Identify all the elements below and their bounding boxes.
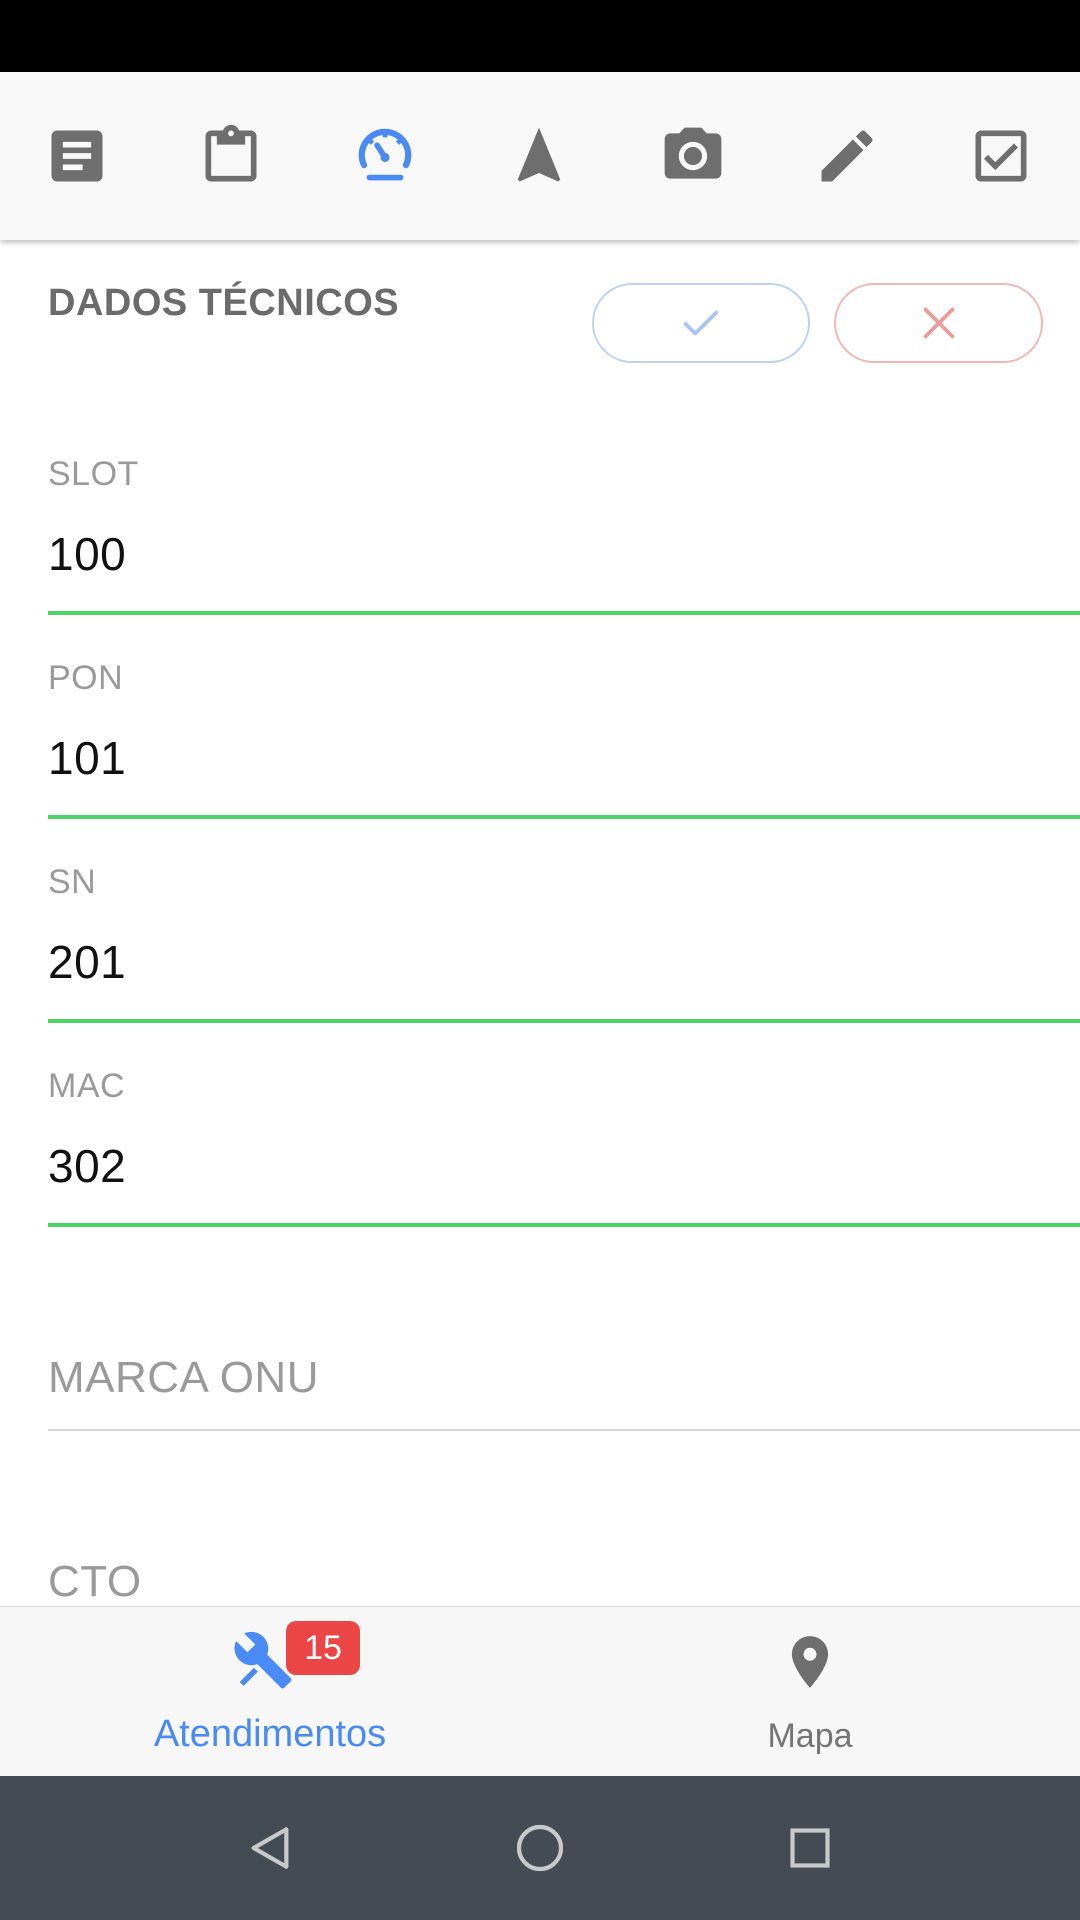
clipboard-icon[interactable] bbox=[181, 72, 281, 240]
speedometer-icon[interactable] bbox=[335, 72, 435, 240]
field-label: MAC bbox=[48, 1067, 126, 1105]
pencil-icon[interactable] bbox=[797, 72, 897, 240]
notification-badge: 15 bbox=[286, 1621, 360, 1675]
status-bar bbox=[0, 0, 1080, 72]
camera-icon[interactable] bbox=[643, 72, 743, 240]
checkbox-icon[interactable] bbox=[951, 72, 1051, 240]
top-toolbar bbox=[0, 72, 1080, 240]
section-title: DADOS TÉCNICOS bbox=[48, 282, 400, 324]
field-value[interactable]: 201 bbox=[48, 935, 126, 989]
back-icon[interactable] bbox=[210, 1776, 330, 1920]
nav-item-mapa[interactable]: Mapa bbox=[540, 1607, 1080, 1777]
check-icon bbox=[683, 310, 719, 336]
field-placeholder: CTO bbox=[48, 1557, 142, 1606]
field-label: SLOT bbox=[48, 455, 139, 493]
field-underline bbox=[48, 611, 1080, 615]
field-value[interactable]: 100 bbox=[48, 527, 126, 581]
slot-field[interactable]: SLOT 100 bbox=[48, 455, 1080, 620]
cancel-button[interactable] bbox=[834, 283, 1043, 363]
map-pin-icon bbox=[791, 1636, 829, 1688]
marca-onu-field[interactable]: MARCA ONU bbox=[48, 1353, 1080, 1433]
field-underline bbox=[48, 815, 1080, 819]
confirm-button[interactable] bbox=[592, 283, 810, 363]
field-label: PON bbox=[48, 659, 124, 697]
field-value[interactable]: 302 bbox=[48, 1139, 126, 1193]
nav-label: Mapa bbox=[767, 1717, 853, 1755]
nav-item-atendimentos[interactable]: 15 Atendimentos bbox=[0, 1607, 540, 1777]
field-placeholder: MARCA ONU bbox=[48, 1353, 319, 1402]
mac-field[interactable]: MAC 302 bbox=[48, 1067, 1080, 1232]
bottom-nav: 15 Atendimentos Mapa bbox=[0, 1606, 1080, 1776]
close-icon bbox=[923, 307, 954, 339]
sn-field[interactable]: SN 201 bbox=[48, 863, 1080, 1028]
field-underline bbox=[48, 1429, 1080, 1431]
cto-field[interactable]: CTO bbox=[48, 1557, 1080, 1607]
tools-icon bbox=[234, 1631, 292, 1689]
nav-label: Atendimentos bbox=[153, 1713, 387, 1755]
home-icon[interactable] bbox=[480, 1776, 600, 1920]
field-underline bbox=[48, 1223, 1080, 1227]
system-nav-bar bbox=[0, 1776, 1080, 1920]
navigation-icon[interactable] bbox=[489, 72, 589, 240]
recents-icon[interactable] bbox=[750, 1776, 870, 1920]
field-label: SN bbox=[48, 863, 97, 901]
pon-field[interactable]: PON 101 bbox=[48, 659, 1080, 824]
document-icon[interactable] bbox=[27, 72, 127, 240]
field-underline bbox=[48, 1019, 1080, 1023]
field-value[interactable]: 101 bbox=[48, 731, 126, 785]
